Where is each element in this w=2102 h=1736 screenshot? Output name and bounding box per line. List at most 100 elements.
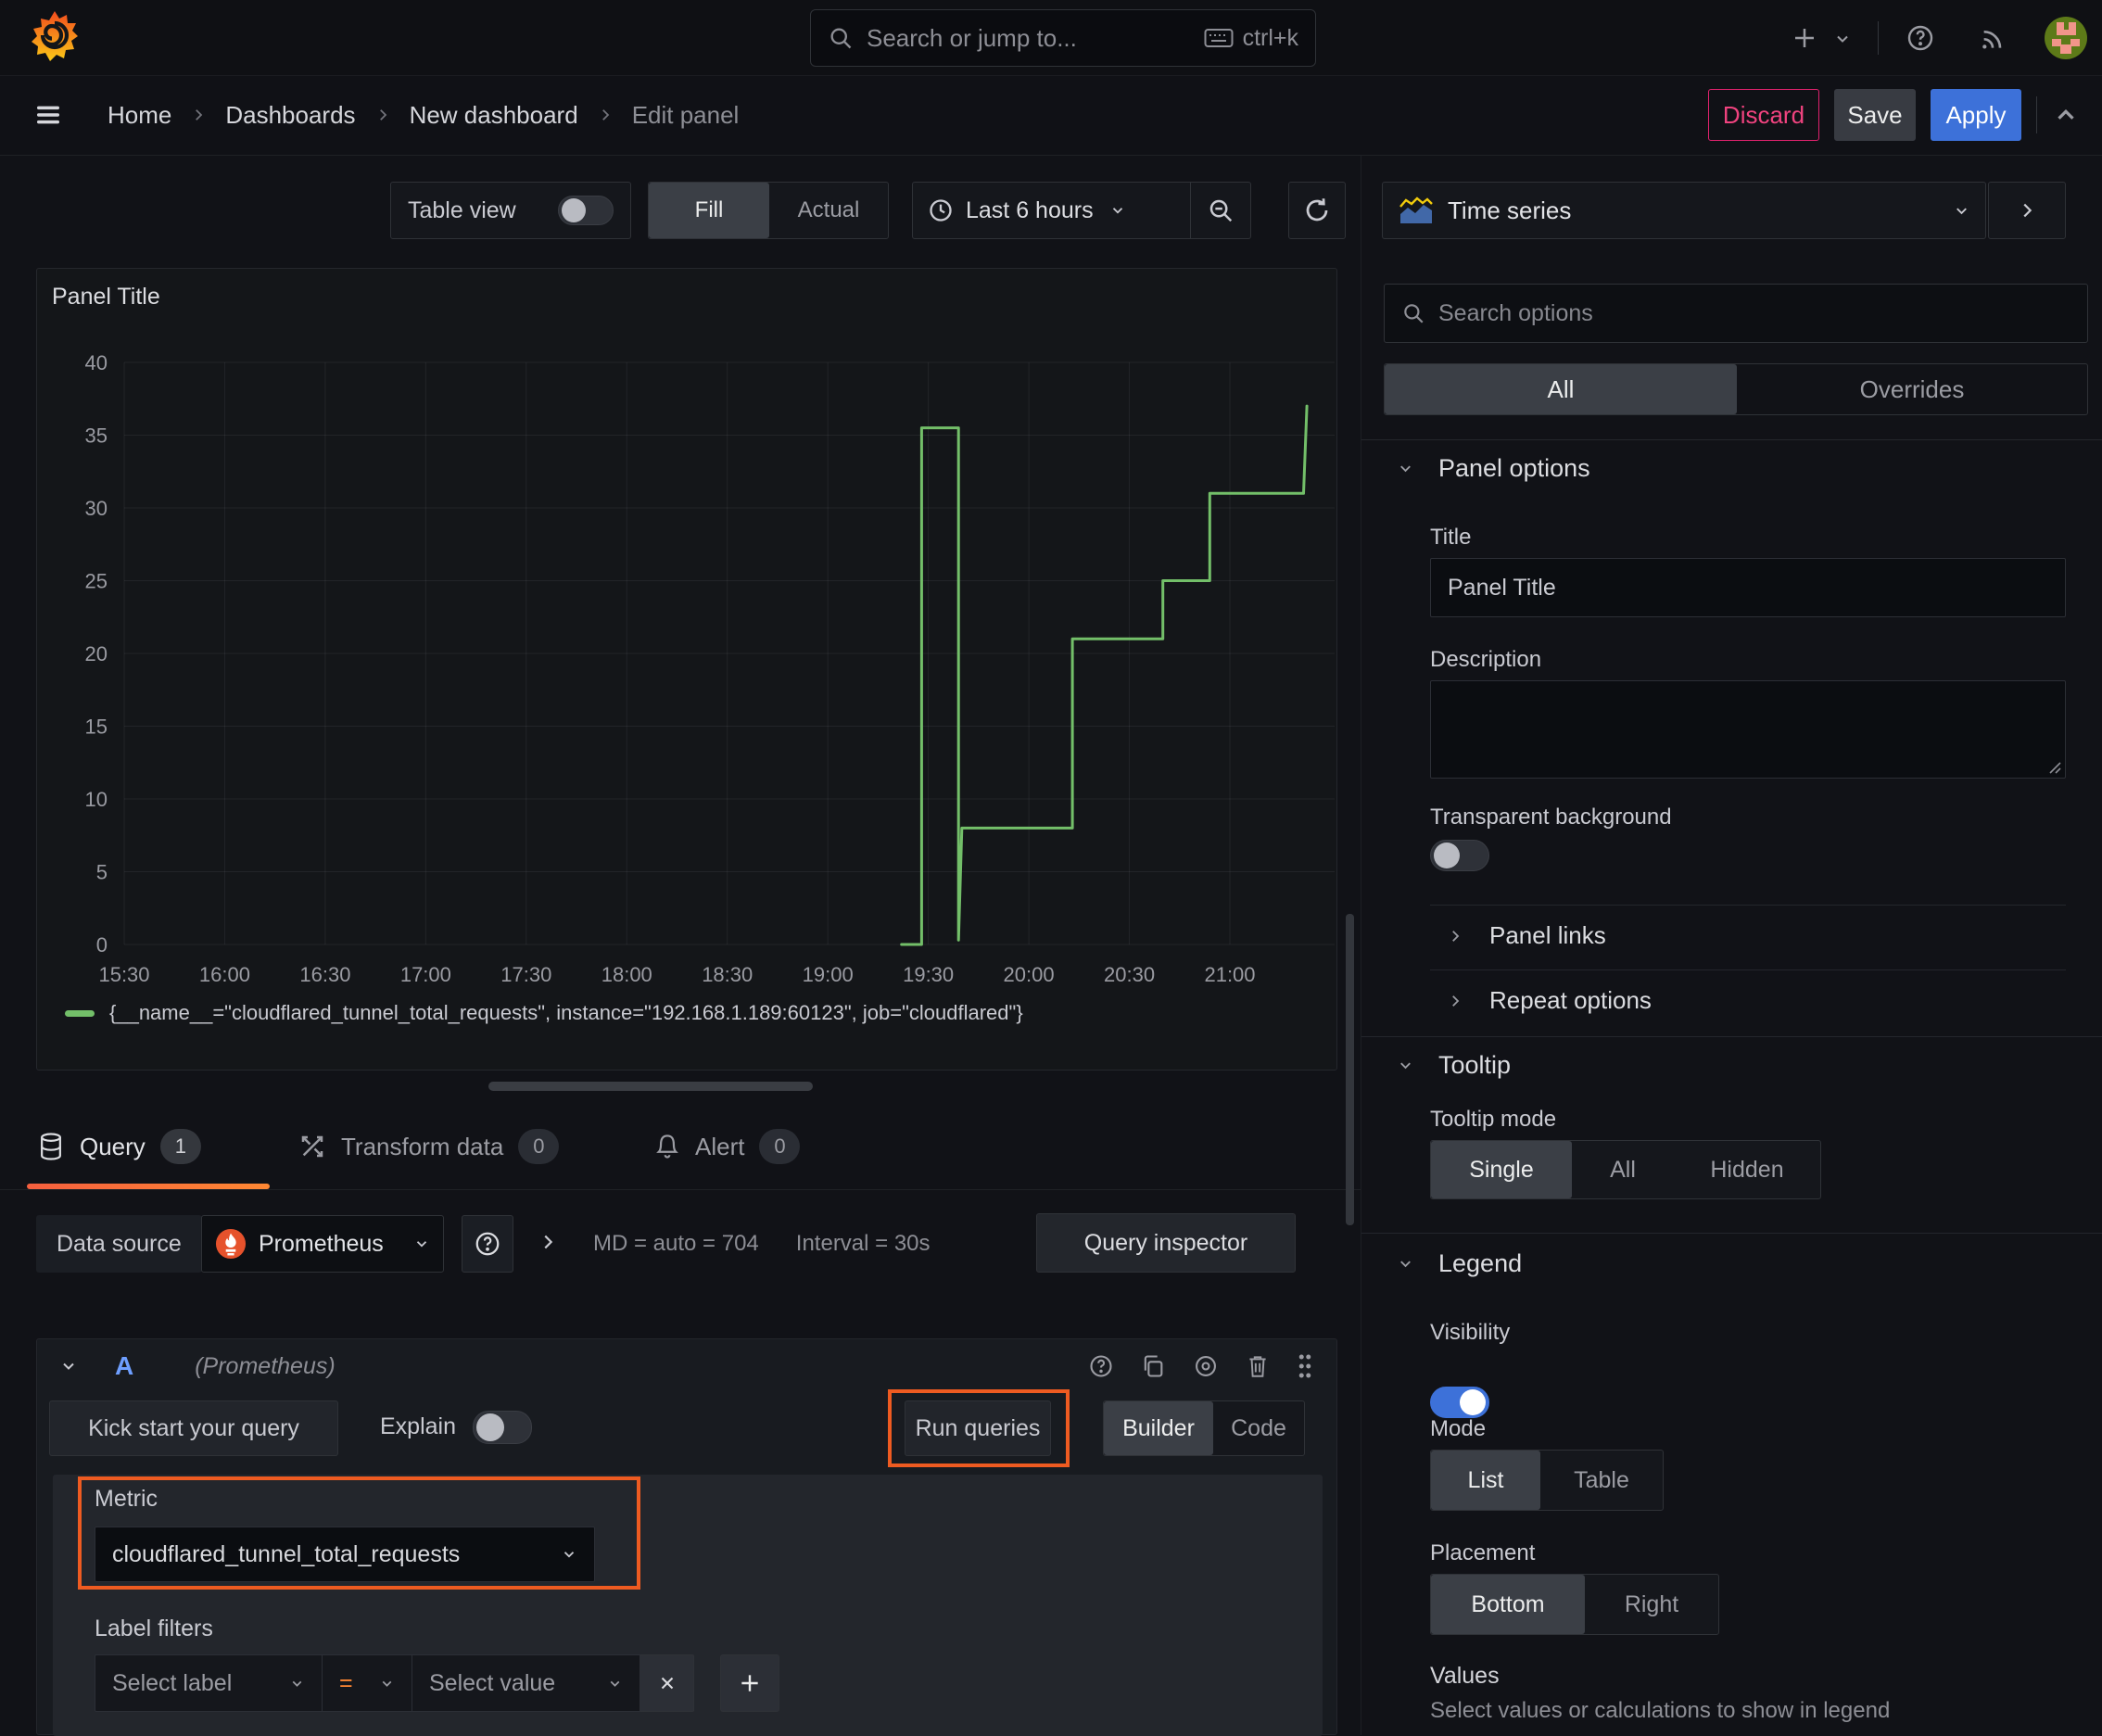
panel-options-header[interactable]: Panel options (1397, 454, 1590, 483)
add-chevron-down-icon[interactable] (1833, 30, 1852, 48)
panel-resize-handle[interactable] (488, 1082, 813, 1091)
query-card: A (Prometheus) Kick start your query Exp… (36, 1338, 1337, 1736)
delete-query-trash-icon[interactable] (1246, 1353, 1270, 1379)
description-textarea[interactable] (1430, 680, 2066, 779)
svg-text:20:00: 20:00 (1004, 963, 1055, 986)
legend-header[interactable]: Legend (1397, 1249, 1522, 1278)
chevron-down-icon (289, 1676, 305, 1692)
datasource-help-button[interactable] (462, 1215, 513, 1273)
svg-text:17:30: 17:30 (500, 963, 551, 986)
select-value-placeholder: Select value (429, 1669, 556, 1696)
metric-select[interactable]: cloudflared_tunnel_total_requests (95, 1527, 595, 1582)
tooltip-hidden-option[interactable]: Hidden (1674, 1141, 1820, 1198)
breadcrumb-edit-panel: Edit panel (631, 100, 740, 129)
menu-icon[interactable] (32, 100, 65, 130)
tab-transform[interactable]: Transform data 0 (298, 1109, 560, 1185)
query-inspector-button[interactable]: Query inspector (1036, 1213, 1296, 1273)
add-button[interactable] (1791, 24, 1818, 52)
left-scrollbar-thumb[interactable] (1346, 914, 1354, 1225)
legend-series-label[interactable]: {__name__="cloudflared_tunnel_total_requ… (109, 1001, 1023, 1025)
placement-right-option[interactable]: Right (1585, 1575, 1718, 1634)
table-view-toggle[interactable] (558, 196, 614, 225)
time-range-picker[interactable]: Last 6 hours (913, 183, 1190, 238)
breadcrumb-new-dashboard[interactable]: New dashboard (410, 101, 578, 130)
stats-interval: Interval = 30s (795, 1231, 931, 1256)
title-input-wrap[interactable] (1430, 558, 2066, 617)
discard-button[interactable]: Discard (1708, 89, 1819, 141)
select-value-dropdown[interactable]: Select value (412, 1654, 640, 1712)
timeseries-viz-icon (1398, 195, 1435, 226)
query-ref-id[interactable]: A (115, 1351, 133, 1381)
description-label: Description (1430, 647, 1542, 672)
operator-value: = (339, 1669, 353, 1696)
add-filter-button[interactable] (720, 1654, 779, 1712)
svg-text:25: 25 (85, 570, 108, 593)
help-icon[interactable] (1906, 23, 1935, 53)
tooltip-title: Tooltip (1438, 1051, 1512, 1079)
chevron-down-icon (1397, 1255, 1414, 1273)
builder-option[interactable]: Builder (1104, 1401, 1213, 1455)
svg-text:0: 0 (96, 933, 108, 957)
options-search[interactable] (1384, 284, 2088, 343)
query-toolbar: Kick start your query Explain Run querie… (37, 1389, 1336, 1467)
refresh-button[interactable] (1288, 182, 1346, 239)
viz-picker[interactable]: Time series (1382, 182, 1986, 239)
tab-query-underline (27, 1184, 270, 1189)
transform-icon (298, 1133, 326, 1160)
mode-label: Mode (1430, 1416, 1487, 1441)
visibility-toggle[interactable] (1430, 1387, 1489, 1418)
zoom-out-button[interactable] (1191, 183, 1250, 238)
mode-table-option[interactable]: Table (1540, 1451, 1663, 1510)
query-help-icon[interactable] (1088, 1353, 1114, 1379)
tooltip-all-option[interactable]: All (1572, 1141, 1674, 1198)
query-header: A (Prometheus) (37, 1339, 1336, 1393)
expand-row-chevron-icon[interactable] (538, 1232, 558, 1252)
run-queries-button[interactable]: Run queries (905, 1400, 1051, 1456)
tab-transform-badge: 0 (518, 1129, 560, 1164)
panel-options-title: Panel options (1438, 454, 1590, 482)
tab-alert[interactable]: Alert 0 (654, 1109, 801, 1185)
title-input[interactable] (1448, 574, 2048, 602)
panel-links-header[interactable]: Panel links (1447, 921, 1606, 950)
options-search-input[interactable] (1438, 299, 2070, 327)
select-label-dropdown[interactable]: Select label (95, 1654, 323, 1712)
transparent-toggle[interactable] (1430, 840, 1489, 871)
toggle-visibility-eye-icon[interactable] (1192, 1353, 1220, 1379)
global-search[interactable]: Search or jump to... ctrl+k (810, 9, 1316, 67)
legend-mode-segment: List Table (1430, 1450, 1664, 1511)
tab-transform-label: Transform data (341, 1132, 504, 1160)
mode-list-option[interactable]: List (1431, 1451, 1540, 1510)
remove-filter-button[interactable] (640, 1654, 694, 1712)
svg-text:19:00: 19:00 (803, 963, 854, 986)
kickstart-button[interactable]: Kick start your query (49, 1400, 338, 1456)
explain-toggle[interactable] (473, 1411, 532, 1444)
drag-handle-icon[interactable] (1296, 1352, 1314, 1380)
tab-overrides[interactable]: Overrides (1737, 364, 2087, 414)
panel-title[interactable]: Panel Title (52, 284, 160, 310)
collapse-options-button[interactable] (1988, 182, 2066, 239)
viz-name: Time series (1448, 196, 1572, 224)
code-option[interactable]: Code (1213, 1401, 1304, 1455)
fill-option[interactable]: Fill (649, 183, 769, 238)
avatar[interactable] (2045, 17, 2087, 59)
collapse-query-chevron-icon[interactable] (59, 1357, 78, 1375)
breadcrumb-home[interactable]: Home (108, 101, 171, 130)
collapse-up-icon[interactable] (2052, 101, 2080, 129)
tab-all[interactable]: All (1385, 364, 1737, 414)
duplicate-query-icon[interactable] (1140, 1353, 1166, 1379)
grafana-logo[interactable] (32, 11, 78, 61)
breadcrumb-dashboards[interactable]: Dashboards (225, 101, 355, 130)
tab-query[interactable]: Query 1 (37, 1109, 201, 1185)
datasource-picker[interactable]: Prometheus (201, 1215, 444, 1273)
repeat-options-header[interactable]: Repeat options (1447, 986, 1652, 1015)
save-button[interactable]: Save (1834, 89, 1916, 141)
actual-option[interactable]: Actual (769, 183, 888, 238)
apply-button[interactable]: Apply (1931, 89, 2021, 141)
operator-dropdown[interactable]: = (323, 1654, 412, 1712)
tooltip-header[interactable]: Tooltip (1397, 1051, 1511, 1080)
tooltip-single-option[interactable]: Single (1431, 1141, 1572, 1198)
datasource-row: Data source Prometheus MD = auto = 704 I… (0, 1210, 1361, 1284)
chart-legend[interactable]: {__name__="cloudflared_tunnel_total_requ… (65, 1001, 1023, 1025)
placement-bottom-option[interactable]: Bottom (1431, 1575, 1585, 1634)
news-rss-icon[interactable] (1978, 23, 2007, 53)
